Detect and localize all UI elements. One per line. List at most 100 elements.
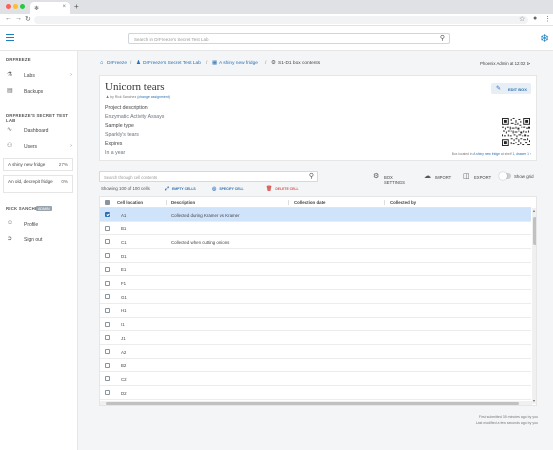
row-checkbox[interactable] <box>105 280 110 286</box>
forward-icon[interactable]: → <box>15 15 22 22</box>
table-row[interactable]: D1 <box>100 249 531 263</box>
search-icon[interactable]: ⚲ <box>309 172 314 180</box>
sidebar-item-labs[interactable]: ⚗ Labs › <box>0 70 78 80</box>
address-bar[interactable] <box>34 16 528 24</box>
cell-location: J1 <box>121 335 126 341</box>
sidebar-fridge-card[interactable]: An old, decrepit fridge 0% <box>3 175 73 193</box>
row-checkbox[interactable] <box>105 335 110 341</box>
change-assignment-link[interactable]: (change assignment) <box>137 95 170 99</box>
window-close-button[interactable] <box>6 4 11 9</box>
cell-search-input[interactable]: Search through cell contents ⚲ <box>99 171 318 182</box>
row-checkbox[interactable] <box>105 239 110 245</box>
column-header-collected-by[interactable]: Collected by <box>390 200 416 205</box>
sidebar-item-label: Profile <box>24 221 39 228</box>
home-icon[interactable]: ⌂ <box>100 60 103 66</box>
row-checkbox[interactable] <box>105 349 110 354</box>
profile-icon[interactable]: ● <box>533 15 537 22</box>
browser-menu-icon[interactable]: ⋮ <box>544 15 551 23</box>
hamburger-menu-icon[interactable] <box>6 34 14 43</box>
specify-cell-button[interactable]: ◎ SPECIFY CELL <box>212 186 244 192</box>
byline-owner: by Rick Sanchez <box>110 95 137 99</box>
breadcrumb-item-user[interactable]: DrFreeze <box>107 61 127 66</box>
cell-location: A2 <box>121 349 127 355</box>
column-header-collection-date[interactable]: Collection date <box>294 200 325 205</box>
table-row[interactable]: F1 <box>100 277 531 291</box>
empty-cells-button[interactable]: ⤢ EMPTY CELLS <box>165 186 196 192</box>
sidebar-item-label: Dashboard <box>24 127 49 134</box>
bookmark-star-icon[interactable]: ☆ <box>519 15 525 23</box>
table-header: Cell location Description Collection dat… <box>100 197 531 208</box>
new-tab-icon[interactable]: + <box>74 2 79 11</box>
snowflake-logo-icon[interactable]: ❄ <box>540 32 549 45</box>
row-checkbox[interactable] <box>105 266 110 272</box>
column-divider <box>166 200 167 205</box>
row-checkbox[interactable] <box>105 212 110 217</box>
box-icon: ⚙ <box>271 60 276 66</box>
located-fridge-link[interactable]: A shiny new fridge <box>473 152 500 156</box>
select-all-checkbox[interactable] <box>105 200 110 205</box>
sample-type-label: Sample type <box>105 123 134 129</box>
export-button[interactable]: ◫ EXPORT <box>463 173 491 181</box>
global-search-input[interactable]: Search in DrFreeze's Secret Test Lab ⚲ <box>128 33 450 44</box>
table-row[interactable]: G1 <box>100 290 531 304</box>
sidebar-item-signout[interactable]: ➲ Sign out <box>0 234 78 244</box>
breadcrumb-item-lab[interactable]: DrFreeze's Secret Test Lab <box>143 61 201 66</box>
row-checkbox[interactable] <box>105 294 110 300</box>
search-icon[interactable]: ⚲ <box>440 34 445 42</box>
export-label: EXPORT <box>474 174 492 180</box>
sidebar-item-backups[interactable]: ▤ Backups <box>0 86 78 96</box>
table-row[interactable]: D2 <box>100 386 531 400</box>
chevron-right-icon: › <box>529 152 531 156</box>
box-settings-button[interactable]: ⚙ BOX SETTINGS <box>373 173 413 185</box>
row-checkbox[interactable] <box>105 225 110 231</box>
vertical-scroll-thumb[interactable] <box>533 217 536 245</box>
table-row[interactable]: B2 <box>100 359 531 373</box>
breadcrumb-separator: / <box>206 61 208 66</box>
table-row[interactable]: A1 Collected during Kramer vs Kramer <box>100 208 531 222</box>
scroll-down-icon[interactable]: ▾ <box>533 398 535 403</box>
table-row[interactable]: C2 <box>100 372 531 387</box>
scroll-up-icon[interactable]: ▴ <box>533 208 535 213</box>
window-minimize-button[interactable] <box>13 4 18 9</box>
window-maximize-button[interactable] <box>20 4 25 9</box>
column-header-location[interactable]: Cell location <box>117 200 143 205</box>
fridge-percent: 27% <box>58 162 68 167</box>
show-grid-toggle[interactable] <box>499 172 511 180</box>
tab-close-icon[interactable]: × <box>62 4 66 10</box>
table-row[interactable]: E1 <box>100 263 531 277</box>
row-checkbox[interactable] <box>105 253 110 259</box>
trash-icon: 🗑 <box>266 186 273 192</box>
row-checkbox[interactable] <box>105 362 110 368</box>
sidebar-item-users[interactable]: ⚇ Users › <box>0 141 78 151</box>
located-shelf-link[interactable]: 1, drawer 1 <box>512 152 529 156</box>
vertical-scrollbar[interactable]: ▴ ▾ <box>532 208 536 404</box>
sidebar-item-profile[interactable]: ☺ Profile <box>0 219 78 229</box>
back-icon[interactable]: ← <box>5 15 12 22</box>
reload-icon[interactable]: ↻ <box>25 15 31 23</box>
row-checkbox[interactable] <box>105 321 110 327</box>
admin-badge: ADMIN <box>36 206 52 211</box>
import-button[interactable]: ☁ IMPORT <box>424 173 452 181</box>
row-checkbox[interactable] <box>105 307 110 313</box>
table-row[interactable]: C1 Collected when cutting onions <box>100 235 531 250</box>
table-row[interactable]: A2 <box>100 345 531 359</box>
tab-favicon-icon: ❄ <box>34 6 40 12</box>
table-row[interactable]: J1 <box>100 331 531 345</box>
column-header-description[interactable]: Description <box>171 200 195 205</box>
sidebar-fridge-card[interactable]: A shiny new fridge 27% <box>3 158 73 171</box>
edit-box-button[interactable]: ✎ EDIT BOX <box>491 83 531 94</box>
horizontal-scrollbar[interactable] <box>100 401 532 405</box>
table-row[interactable]: H1 <box>100 304 531 318</box>
row-checkbox[interactable] <box>105 390 110 396</box>
breadcrumb-item-fridge[interactable]: A shiny new fridge <box>219 61 258 66</box>
table-row[interactable]: I1 <box>100 318 531 332</box>
row-checkbox[interactable] <box>105 376 110 382</box>
project-value: Enzymatic Activity Assays <box>105 114 165 120</box>
sidebar-item-dashboard[interactable]: ∿ Dashboard <box>0 125 78 135</box>
browser-tab-bar: ❄ × + <box>0 0 553 14</box>
horizontal-scroll-thumb[interactable] <box>106 402 519 405</box>
delete-cell-button[interactable]: 🗑 DELETE CELL <box>266 186 299 192</box>
cell-location: E1 <box>121 267 127 273</box>
browser-tab[interactable]: ❄ × <box>30 2 70 14</box>
table-row[interactable]: B1 <box>100 222 531 236</box>
